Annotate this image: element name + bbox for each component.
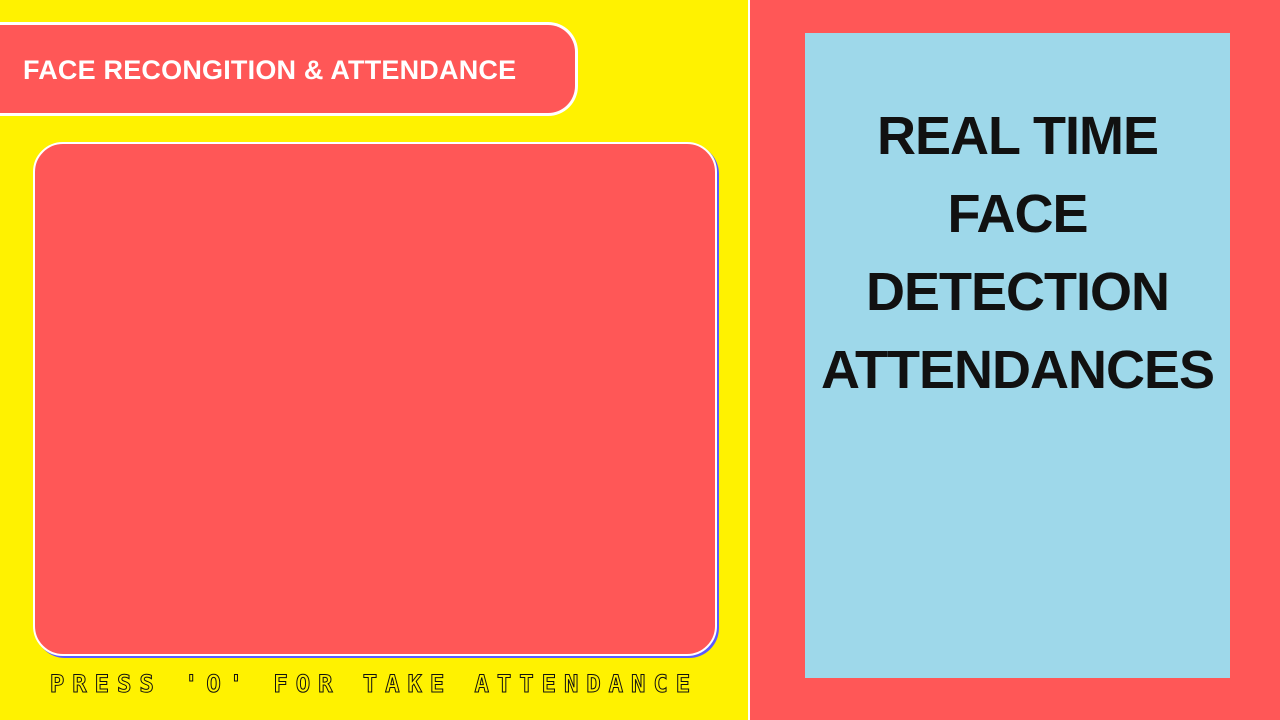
camera-feed-area xyxy=(33,142,717,656)
title-line-1: REAL TIME xyxy=(876,106,1159,166)
take-attendance-hint: PRESS 'O' FOR TAKE ATTENDANCE xyxy=(49,670,699,699)
title-line-3: DETECTION xyxy=(865,262,1170,322)
attendance-info-card: REAL TIME FACE DETECTION ATTENDANCES xyxy=(805,33,1230,678)
attendance-panel-title: REAL TIME FACE DETECTION ATTENDANCES xyxy=(805,97,1230,409)
left-panel: FACE RECONGITION & ATTENDANCE PRESS 'O' … xyxy=(0,0,748,720)
app-title: FACE RECONGITION & ATTENDANCE xyxy=(23,55,517,85)
header-banner: FACE RECONGITION & ATTENDANCE xyxy=(0,22,578,116)
title-line-4: ATTENDANCES xyxy=(821,340,1215,400)
title-line-2: FACE xyxy=(947,184,1088,244)
